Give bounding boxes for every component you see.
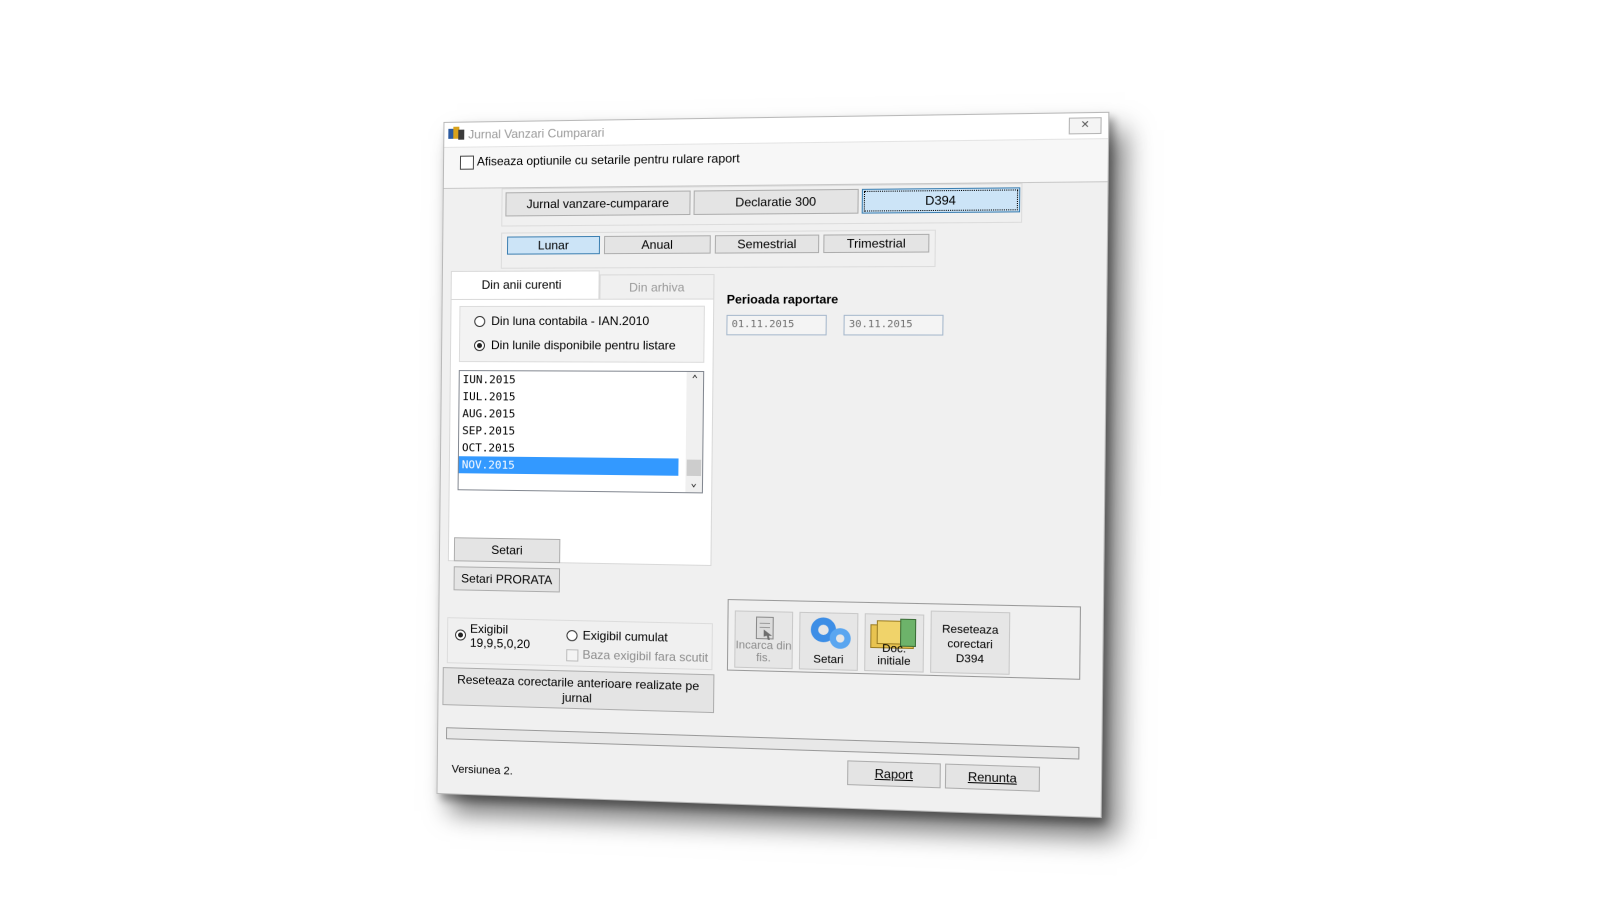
tab-din-arhiva-label: Din arhiva xyxy=(628,280,685,295)
report-type-jurnal-button[interactable]: Jurnal vanzare-cumparare xyxy=(505,190,691,217)
setari-button[interactable]: Setari xyxy=(453,537,561,564)
source-radio-group: Din luna contabila - IAN.2010 Din lunile… xyxy=(458,305,705,363)
tool-setari-label: Setari xyxy=(813,653,844,667)
radio-exigibil-cumulat-label: Exigibil cumulat xyxy=(582,628,668,645)
app-icon xyxy=(448,126,464,140)
progress-bar xyxy=(446,727,1080,760)
radio-exigibil-cumulat[interactable] xyxy=(566,629,578,642)
radio-exigibil-label: Exigibil xyxy=(469,621,509,637)
period-lunar-button[interactable]: Lunar xyxy=(506,235,601,255)
radio-luni-disponibile[interactable] xyxy=(473,340,486,352)
tool-incarca-din-fis-button[interactable]: Incarca din fis. xyxy=(734,610,794,670)
reset-corectari-jurnal-button[interactable]: Reseteaza corectarile anterioare realiza… xyxy=(442,667,715,714)
scroll-thumb[interactable] xyxy=(686,459,702,477)
period-trimestrial-button[interactable]: Trimestrial xyxy=(823,233,930,254)
baza-exigibil-label: Baza exigibil fara scutit xyxy=(582,647,709,665)
options-row: Afiseaza optiunile cu setarile pentru ru… xyxy=(443,139,1109,189)
close-button[interactable]: ✕ xyxy=(1068,117,1102,135)
tool-setari-button[interactable]: Setari xyxy=(798,611,859,671)
tool-reseteaza-corectari-d394-button[interactable]: Reseteaza corectari D394 xyxy=(930,610,1011,675)
tool-reseteaza-label: Reseteaza corectari D394 xyxy=(941,623,999,666)
tools-group: Incarca din fis. Setari Doc. initiale Re… xyxy=(726,599,1082,680)
baza-exigibil-checkbox[interactable] xyxy=(566,649,579,662)
month-list-item[interactable]: IUL.2015 xyxy=(459,388,679,406)
show-options-checkbox[interactable] xyxy=(459,155,474,170)
tab-din-anii-curenti[interactable]: Din anii curenti xyxy=(450,270,600,299)
report-window: Jurnal Vanzari Cumparari ✕ Afiseaza opti… xyxy=(436,111,1110,819)
months-listbox[interactable]: IUN.2015 IUL.2015 AUG.2015 SEP.2015 OCT.2015… xyxy=(457,370,705,494)
tab-panel: Din luna contabila - IAN.2010 Din lunile… xyxy=(447,298,715,567)
radio-exigibil-rates: 19,9,5,0,20 xyxy=(469,635,531,652)
month-list-item[interactable]: AUG.2015 xyxy=(459,405,679,424)
period-semestrial-button[interactable]: Semestrial xyxy=(714,234,820,254)
period-anual-button[interactable]: Anual xyxy=(603,235,711,255)
months-scrollbar[interactable]: ⌃ ⌄ xyxy=(685,371,704,493)
reporting-period-label: Perioada raportare xyxy=(726,292,839,307)
month-list-item[interactable]: NOV.2015 xyxy=(458,456,679,476)
radio-luni-disponibile-label: Din lunile disponibile pentru listare xyxy=(490,338,676,353)
tab-din-arhiva[interactable]: Din arhiva xyxy=(599,274,715,299)
close-icon: ✕ xyxy=(1080,119,1090,132)
report-type-d394-button[interactable]: D394 xyxy=(861,187,1021,214)
document-load-icon xyxy=(751,615,778,642)
radio-luna-contabila[interactable] xyxy=(474,315,486,328)
period-from-field[interactable]: 01.11.2015 xyxy=(726,314,827,336)
radio-luna-contabila-label: Din luna contabila - IAN.2010 xyxy=(491,313,650,329)
report-type-decl300-button[interactable]: Declaratie 300 xyxy=(693,188,859,215)
setari-prorata-button[interactable]: Setari PRORATA xyxy=(453,566,561,593)
tab-din-anii-curenti-label: Din anii curenti xyxy=(481,277,562,292)
show-options-label: Afiseaza optiunile cu setarile pentru ru… xyxy=(476,151,740,169)
tool-doc-initiale-label: Doc. initiale xyxy=(877,642,911,669)
month-list-item[interactable]: SEP.2015 xyxy=(459,422,679,441)
radio-exigibil[interactable] xyxy=(454,629,467,641)
raport-button[interactable]: Raport xyxy=(847,760,941,789)
period-to-field[interactable]: 30.11.2015 xyxy=(843,314,944,336)
scroll-down-icon[interactable]: ⌄ xyxy=(685,478,702,490)
tool-doc-initiale-button[interactable]: Doc. initiale xyxy=(864,613,925,673)
exigibil-group: Exigibil 19,9,5,0,20 Exigibil cumulat Ba… xyxy=(446,617,713,671)
window-title: Jurnal Vanzari Cumparari xyxy=(468,125,605,142)
month-list-item[interactable]: IUN.2015 xyxy=(460,371,680,389)
gears-icon xyxy=(810,617,851,650)
months-list: IUN.2015 IUL.2015 AUG.2015 SEP.2015 OCT.2015… xyxy=(458,371,703,476)
tool-incarca-din-fis-label: Incarca din fis. xyxy=(735,639,792,665)
renunta-button[interactable]: Renunta xyxy=(944,763,1041,792)
version-label: Versiunea 2. xyxy=(451,763,513,778)
scroll-up-icon[interactable]: ⌃ xyxy=(687,374,704,386)
